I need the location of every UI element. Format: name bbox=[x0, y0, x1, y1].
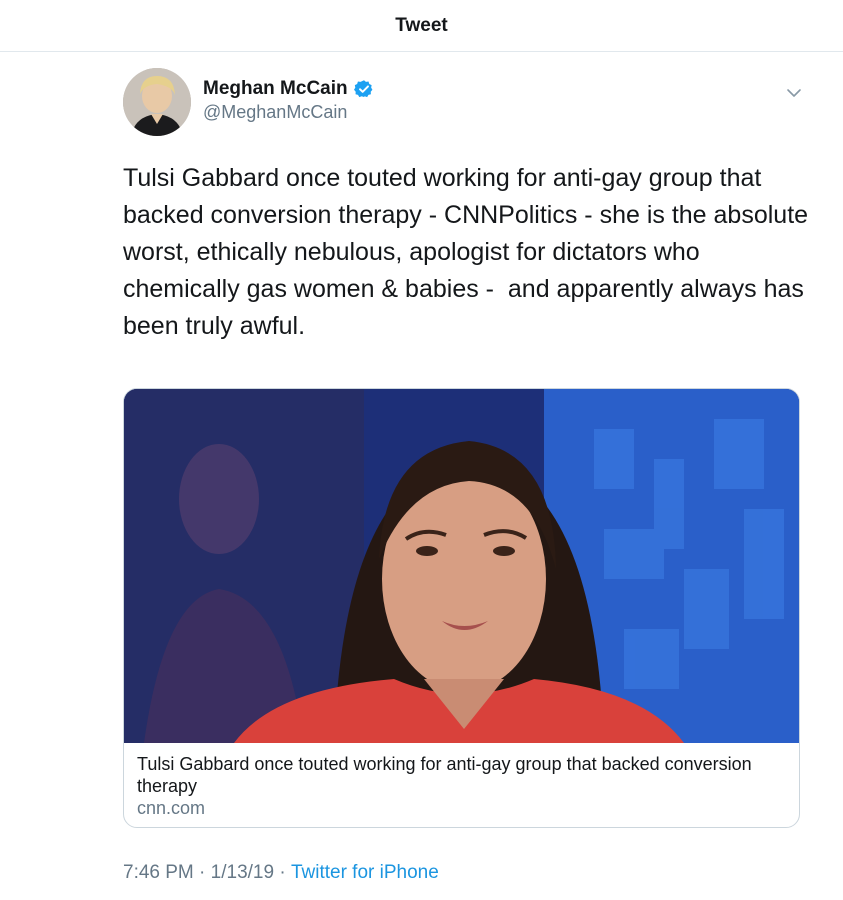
author-handle[interactable]: @MeghanMcCain bbox=[203, 102, 347, 123]
avatar-portrait bbox=[123, 68, 191, 136]
link-card[interactable]: Tulsi Gabbard once touted working for an… bbox=[123, 388, 800, 828]
tweet-date[interactable]: 1/13/19 bbox=[211, 862, 274, 884]
card-domain: cnn.com bbox=[137, 798, 206, 818]
tweet-source-link[interactable]: Twitter for iPhone bbox=[291, 862, 439, 884]
page-title: Tweet bbox=[395, 14, 448, 36]
author-name-row[interactable]: Meghan McCain bbox=[203, 78, 374, 100]
card-image bbox=[124, 389, 799, 743]
card-title[interactable]: Tulsi Gabbard once touted working for an… bbox=[137, 753, 777, 797]
tweet-author: Meghan McCain @MeghanMcCain bbox=[123, 68, 813, 138]
verified-badge-icon bbox=[353, 80, 373, 98]
tweet-time[interactable]: 7:46 PM bbox=[123, 862, 194, 884]
separator: · bbox=[274, 862, 291, 883]
separator: · bbox=[193, 862, 211, 883]
card-photo bbox=[124, 389, 799, 743]
tweet-metadata: 7:46 PM · 1/13/19 · Twitter for iPhone bbox=[123, 862, 439, 884]
author-name[interactable]: Meghan McCain bbox=[203, 78, 348, 100]
chevron-down-icon[interactable] bbox=[785, 84, 803, 102]
tweet-text: Tulsi Gabbard once touted working for an… bbox=[123, 164, 815, 340]
avatar[interactable] bbox=[123, 68, 191, 136]
top-bar: Tweet bbox=[0, 0, 843, 52]
